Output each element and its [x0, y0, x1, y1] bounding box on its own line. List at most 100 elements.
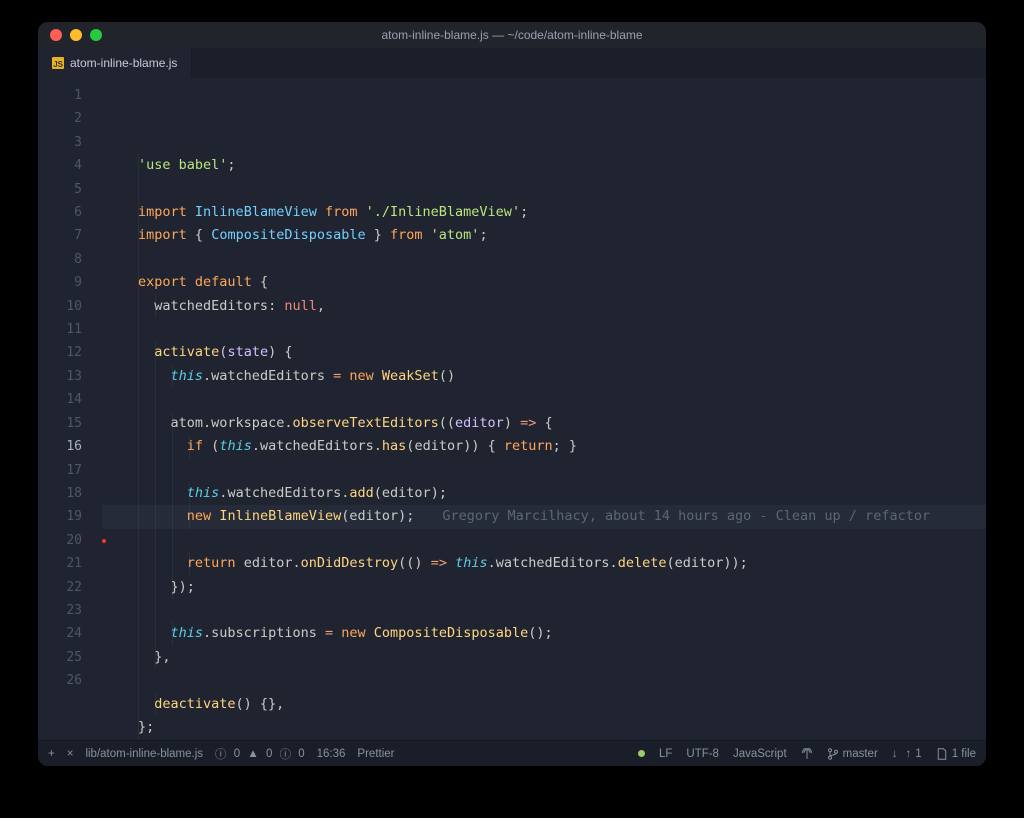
- close-window-button[interactable]: [50, 29, 62, 41]
- git-ahead-behind[interactable]: ↓ ↑1: [892, 748, 922, 760]
- line-number[interactable]: 22: [38, 576, 102, 599]
- line-number[interactable]: 15: [38, 412, 102, 435]
- code-line[interactable]: [102, 739, 986, 740]
- line-number[interactable]: 6: [38, 201, 102, 224]
- zoom-window-button[interactable]: [90, 29, 102, 41]
- line-number[interactable]: 9: [38, 271, 102, 294]
- language-mode[interactable]: JavaScript: [733, 748, 787, 760]
- indent-guide: [172, 505, 173, 528]
- indent-guide: [155, 435, 156, 458]
- code-line[interactable]: [102, 669, 986, 692]
- indent-guide: [155, 388, 156, 411]
- indent-guide: [138, 622, 139, 645]
- code-line[interactable]: [102, 318, 986, 341]
- code-line[interactable]: });: [102, 576, 986, 599]
- indent-guide: [172, 459, 173, 482]
- formatter[interactable]: Prettier: [357, 748, 394, 760]
- tab-active[interactable]: atom-inline-blame.js: [38, 48, 192, 78]
- line-number[interactable]: 5: [38, 178, 102, 201]
- code-line[interactable]: atom.workspace.observeTextEditors((edito…: [102, 412, 986, 435]
- code-line[interactable]: [102, 599, 986, 622]
- titlebar[interactable]: atom-inline-blame.js — ~/code/atom-inlin…: [38, 22, 986, 48]
- indent-guide: [172, 482, 173, 505]
- line-number-gutter[interactable]: 1234567891011121314151617181920212223242…: [38, 78, 102, 740]
- git-branch[interactable]: master: [827, 748, 878, 760]
- line-number[interactable]: 7: [38, 224, 102, 247]
- line-number[interactable]: 23: [38, 599, 102, 622]
- minimize-window-button[interactable]: [70, 29, 82, 41]
- cursor-position[interactable]: 16:36: [317, 748, 346, 760]
- tab-bar[interactable]: atom-inline-blame.js: [38, 48, 986, 78]
- indent-guide: [138, 341, 139, 364]
- code-line[interactable]: return editor.onDidDestroy(() => this.wa…: [102, 552, 986, 575]
- line-number[interactable]: 20: [38, 529, 102, 552]
- indent-guide: [138, 529, 139, 552]
- line-number[interactable]: 26: [38, 669, 102, 692]
- code-line[interactable]: this.watchedEditors.add(editor);: [102, 482, 986, 505]
- line-number[interactable]: 11: [38, 318, 102, 341]
- indent-guide: [155, 505, 156, 528]
- line-number[interactable]: 25: [38, 646, 102, 669]
- code-line[interactable]: import { CompositeDisposable } from 'ato…: [102, 224, 986, 247]
- line-number[interactable]: 8: [38, 248, 102, 271]
- close-panel-button[interactable]: ×: [67, 748, 74, 760]
- indent-guide: [189, 552, 190, 575]
- code-line[interactable]: [102, 248, 986, 271]
- line-number[interactable]: 19: [38, 505, 102, 528]
- line-number[interactable]: 16: [38, 435, 102, 458]
- indent-guide: [172, 552, 173, 575]
- line-number[interactable]: 17: [38, 459, 102, 482]
- new-file-button[interactable]: +: [48, 748, 55, 760]
- code-line[interactable]: 'use babel';: [102, 154, 986, 177]
- plus-icon: +: [48, 748, 55, 760]
- close-icon: ×: [67, 748, 74, 760]
- line-number[interactable]: 4: [38, 154, 102, 177]
- line-number[interactable]: 13: [38, 365, 102, 388]
- code-line[interactable]: watchedEditors: null,: [102, 295, 986, 318]
- line-number[interactable]: 14: [38, 388, 102, 411]
- indent-guide: [138, 412, 139, 435]
- code-line[interactable]: new InlineBlameView(editor);Gregory Marc…: [102, 505, 986, 528]
- code-area[interactable]: 'use babel'; import InlineBlameView from …: [102, 78, 986, 740]
- line-number[interactable]: 1: [38, 84, 102, 107]
- line-ending[interactable]: LF: [659, 748, 672, 760]
- diagnostics-info-count: 0: [234, 748, 240, 760]
- indent-guide: [138, 599, 139, 622]
- line-number[interactable]: 21: [38, 552, 102, 575]
- diagnostics[interactable]: ⓘ 0 ▲ 0 ⓘ 0: [215, 746, 305, 762]
- code-line[interactable]: [102, 388, 986, 411]
- line-number[interactable]: 2: [38, 107, 102, 130]
- code-line[interactable]: this.subscriptions = new CompositeDispos…: [102, 622, 986, 645]
- code-line[interactable]: [102, 459, 986, 482]
- code-line[interactable]: export default {: [102, 271, 986, 294]
- code-line[interactable]: this.watchedEditors = new WeakSet(): [102, 365, 986, 388]
- code-line[interactable]: import InlineBlameView from './InlineBla…: [102, 201, 986, 224]
- indent-guide: [155, 412, 156, 435]
- line-number[interactable]: 10: [38, 295, 102, 318]
- indent-guide: [155, 552, 156, 575]
- code-line[interactable]: };: [102, 716, 986, 739]
- line-number[interactable]: 24: [38, 622, 102, 645]
- code-line[interactable]: deactivate() {},: [102, 693, 986, 716]
- branch-icon: [827, 748, 839, 760]
- error-icon: ⓘ: [276, 746, 294, 762]
- indent-guide: [155, 622, 156, 645]
- text-editor[interactable]: 1234567891011121314151617181920212223242…: [38, 78, 986, 740]
- git-ahead-count: 1: [915, 748, 921, 760]
- line-number[interactable]: 12: [38, 341, 102, 364]
- line-number[interactable]: 18: [38, 482, 102, 505]
- code-line[interactable]: },: [102, 646, 986, 669]
- branch-name: master: [843, 748, 878, 760]
- code-line[interactable]: [102, 529, 986, 552]
- telemetry-icon[interactable]: [801, 748, 813, 760]
- indent-guide: [189, 505, 190, 528]
- code-line[interactable]: activate(state) {: [102, 341, 986, 364]
- project-files[interactable]: 1 file: [936, 748, 976, 760]
- line-number[interactable]: 3: [38, 131, 102, 154]
- code-line[interactable]: if (this.watchedEditors.has(editor)) { r…: [102, 435, 986, 458]
- file-path[interactable]: lib/atom-inline-blame.js: [85, 748, 203, 760]
- indent-guide: [172, 576, 173, 599]
- code-line[interactable]: [102, 178, 986, 201]
- encoding[interactable]: UTF-8: [686, 748, 719, 760]
- status-bar: + × lib/atom-inline-blame.js ⓘ 0 ▲ 0 ⓘ 0…: [38, 740, 986, 766]
